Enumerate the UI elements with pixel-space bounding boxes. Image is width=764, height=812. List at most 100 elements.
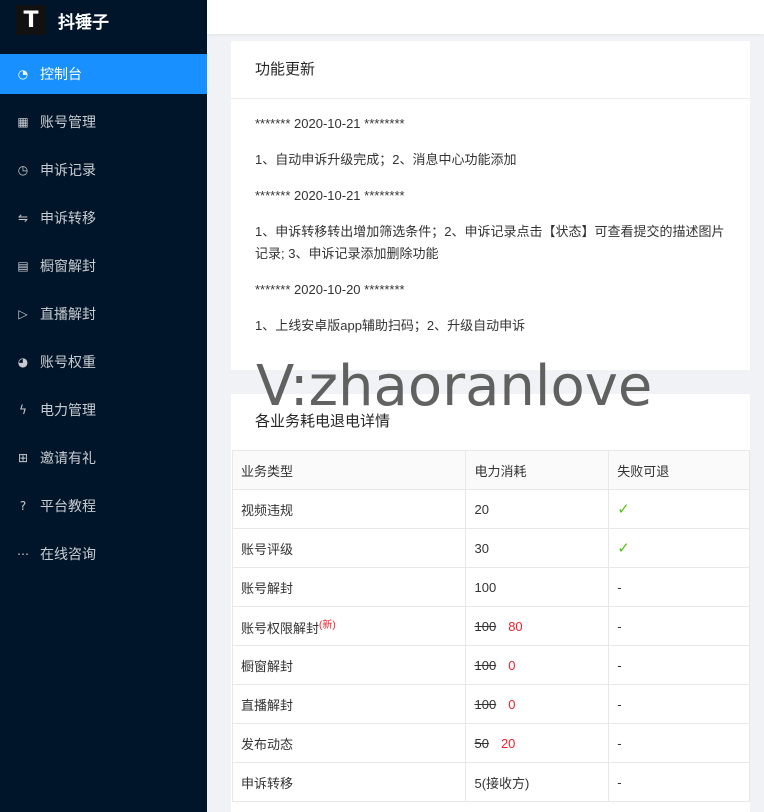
update-content-line: 1、上线安卓版app辅助扫码；2、升级自动申诉 (255, 318, 526, 333)
power-cost-cell: 30 (465, 528, 610, 568)
service-type-cell: 视频违规 (231, 489, 467, 529)
column-header-cost: 电力消耗 (465, 450, 610, 490)
question-circle-icon: ? (19, 499, 27, 513)
refundable-cell: - (608, 567, 750, 607)
app-logo[interactable]: T 抖锤子 (0, 0, 207, 40)
updates-title: 功能更新 (231, 41, 750, 99)
service-type-label: 申诉转移 (241, 775, 294, 791)
dash-text: - (617, 618, 622, 634)
refundable-cell: - (608, 684, 750, 724)
table-row: 账号评级 30 ✓ (231, 528, 750, 568)
sidebar-item-1[interactable]: ▦ 账号管理 (0, 102, 207, 142)
top-header (207, 0, 764, 34)
dashboard-icon: ◔ (17, 67, 29, 81)
table-row: 发布动态 50 20 - (231, 723, 750, 763)
clock-icon: ◷ (17, 163, 29, 177)
power-cost: 100 (474, 579, 497, 595)
old-price: 100 (474, 618, 497, 634)
app-name: 抖锤子 (58, 12, 109, 32)
update-date-line: ******* 2020-10-21 ******** (255, 188, 405, 203)
sidebar-item-8[interactable]: ⊞ 邀请有礼 (0, 438, 207, 478)
power-cost-cell: 100 80 (465, 606, 610, 646)
message-icon: ⋯ (17, 547, 29, 561)
table-row: 视频违规 20 ✓ (231, 489, 750, 529)
update-content-line: 1、申诉转移转出增加筛选条件；2、申诉记录点击【状态】可查看提交的描述图片记录;… (255, 224, 725, 261)
service-type-label: 账号解封 (241, 580, 294, 596)
column-header-refund: 失败可退 (608, 450, 750, 490)
power-cost-cell: 50 20 (465, 723, 610, 763)
swap-icon: ⇋ (17, 211, 29, 225)
sidebar-item-10[interactable]: ⋯ 在线咨询 (0, 534, 207, 574)
table-row: 申诉转移 5(接收方) - (231, 762, 750, 802)
refundable-cell: ✓ (608, 528, 750, 568)
table-icon: ▦ (17, 115, 29, 129)
power-cost: 30 (474, 540, 489, 556)
table-row: 账号权限解封(新) 100 80 - (231, 606, 750, 646)
service-type-label: 橱窗解封 (241, 658, 294, 674)
update-content-line: 1、自动申诉升级完成；2、消息中心功能添加 (255, 152, 517, 167)
power-cost-cell: 5(接收方) (465, 762, 610, 802)
sidebar-item-label: 橱窗解封 (40, 258, 96, 274)
service-type-cell: 账号解封 (231, 567, 467, 607)
power-cost-cell: 20 (465, 489, 610, 529)
refundable-cell: - (608, 606, 750, 646)
discount-price: 80 (508, 618, 523, 634)
sidebar-menu: ◔ 控制台 ▦ 账号管理 ◷ 申诉记录 ⇋ 申诉转移 ▤ 橱窗解封 ▷ 直播解封 ◕ 账号权重 ϟ 电力管理 ⊞… (0, 54, 207, 582)
sidebar-item-label: 平台教程 (40, 498, 96, 514)
column-header-type: 业务类型 (231, 450, 467, 490)
sidebar-item-label: 在线咨询 (40, 546, 96, 562)
service-type-cell: 账号评级 (231, 528, 467, 568)
sidebar-item-9[interactable]: ? 平台教程 (0, 486, 207, 526)
sidebar-item-0[interactable]: ◔ 控制台 (0, 54, 207, 94)
play-circle-icon: ▷ (18, 307, 28, 321)
power-cost-cell: 100 0 (465, 684, 610, 724)
sidebar-item-label: 申诉转移 (40, 210, 96, 226)
updates-card: 功能更新 ******* 2020-10-21 ******** 1、自动申诉升级… (231, 41, 750, 370)
refund-title: 各业务耗电退电详情 (255, 413, 391, 430)
old-price: 100 (474, 696, 497, 712)
sidebar-item-label: 申诉记录 (40, 162, 96, 178)
sidebar-item-2[interactable]: ◷ 申诉记录 (0, 150, 207, 190)
sidebar-item-label: 电力管理 (40, 402, 96, 418)
service-type-cell: 橱窗解封 (231, 645, 467, 685)
refundable-cell: ✓ (608, 489, 750, 529)
service-type-cell: 账号权限解封(新) (231, 606, 467, 646)
discount-price: 0 (508, 696, 516, 712)
service-type-cell: 发布动态 (231, 723, 467, 763)
new-badge: (新) (319, 619, 336, 631)
service-type-label: 视频违规 (241, 502, 294, 518)
sidebar-item-7[interactable]: ϟ 电力管理 (0, 390, 207, 430)
sidebar-item-5[interactable]: ▷ 直播解封 (0, 294, 207, 334)
sidebar-item-label: 直播解封 (40, 306, 96, 322)
discount-price: 0 (508, 657, 516, 673)
old-price: 100 (474, 657, 497, 673)
check-icon: ✓ (617, 539, 630, 557)
refund-card: 各业务耗电退电详情 业务类型 电力消耗 失败可退 视频违规 20 ✓ 账号评级 30 ✓ 账… (231, 394, 750, 812)
service-type-label: 发布动态 (241, 736, 294, 752)
sidebar-item-label: 控制台 (40, 66, 82, 82)
update-date-line: ******* 2020-10-21 ******** (255, 116, 405, 131)
service-type-label: 账号权限解封 (241, 620, 320, 636)
gift-icon: ⊞ (17, 451, 29, 465)
power-cost: 5(接收方) (474, 775, 530, 791)
sidebar-item-4[interactable]: ▤ 橱窗解封 (0, 246, 207, 286)
refundable-cell: - (608, 723, 750, 763)
sidebar-item-3[interactable]: ⇋ 申诉转移 (0, 198, 207, 238)
table-row: 账号解封 100 - (231, 567, 750, 607)
thunderbolt-icon: ϟ (19, 403, 27, 417)
dash-text: - (617, 579, 622, 595)
power-cost-cell: 100 0 (465, 645, 610, 685)
power-cost-cell: 100 (465, 567, 610, 607)
hammer-logo-icon: T (16, 5, 46, 35)
old-price: 50 (474, 735, 489, 751)
table-row: 直播解封 100 0 - (231, 684, 750, 724)
service-type-cell: 申诉转移 (231, 762, 467, 802)
sidebar-item-label: 账号管理 (40, 114, 96, 130)
service-type-label: 账号评级 (241, 541, 294, 557)
check-icon: ✓ (617, 500, 630, 518)
refundable-cell: - (608, 645, 750, 685)
update-date-line: ******* 2020-10-20 ******** (255, 282, 405, 297)
refund-table: 业务类型 电力消耗 失败可退 视频违规 20 ✓ 账号评级 30 ✓ 账号解封 100- 账号权… (231, 450, 750, 802)
discount-price: 20 (500, 735, 516, 751)
sidebar-item-6[interactable]: ◕ 账号权重 (0, 342, 207, 382)
